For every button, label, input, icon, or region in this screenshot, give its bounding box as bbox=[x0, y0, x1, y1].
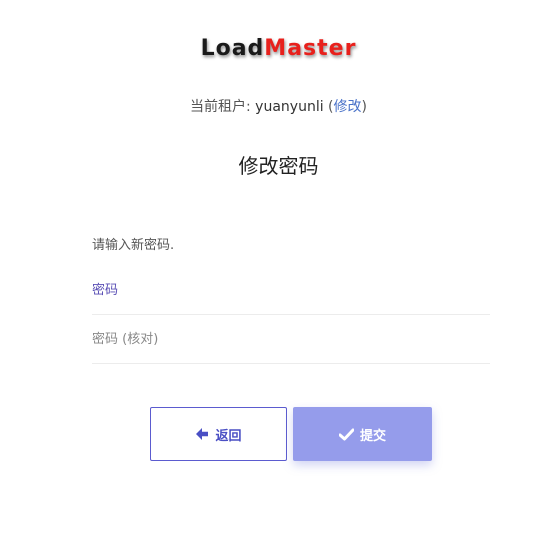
tenant-close-paren: ) bbox=[361, 99, 367, 115]
submit-button-label: 提交 bbox=[359, 428, 386, 444]
change-tenant-link[interactable]: 修改 bbox=[334, 99, 362, 115]
password-field bbox=[92, 267, 490, 315]
password-input[interactable] bbox=[92, 267, 490, 314]
check-icon bbox=[338, 428, 354, 441]
current-tenant: 当前租户: yuanyunli (修改) bbox=[0, 96, 557, 116]
password-confirm-input[interactable] bbox=[92, 316, 490, 363]
change-password-page: LoadMaster 当前租户: yuanyunli (修改) 修改密码 请输入… bbox=[0, 0, 557, 535]
submit-button[interactable]: 提交 bbox=[293, 407, 432, 461]
logo-text-master: Master bbox=[264, 36, 357, 61]
tenant-label: 当前租户: bbox=[190, 99, 251, 115]
back-button-label: 返回 bbox=[215, 428, 242, 444]
back-button[interactable]: 返回 bbox=[150, 407, 287, 461]
tenant-name: yuanyunli bbox=[255, 99, 324, 115]
logo-text-load: Load bbox=[200, 36, 265, 61]
arrow-left-icon bbox=[195, 427, 209, 441]
password-confirm-field bbox=[92, 316, 490, 364]
page-title: 修改密码 bbox=[238, 154, 319, 178]
loadmaster-logo: LoadMaster bbox=[0, 36, 557, 61]
new-password-prompt: 请输入新密码. bbox=[92, 238, 175, 253]
